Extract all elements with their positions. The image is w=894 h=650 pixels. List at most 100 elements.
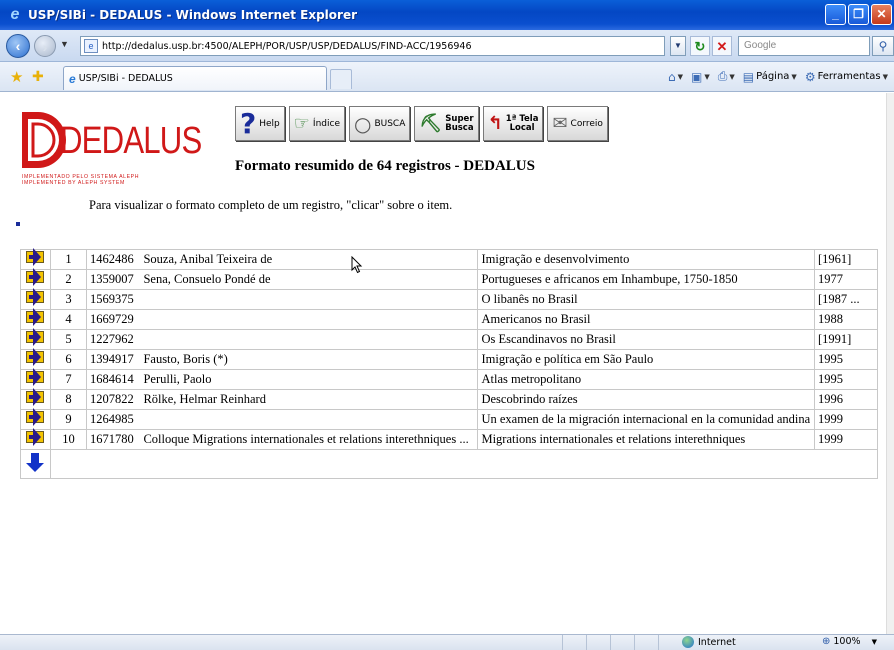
record-author[interactable] (141, 329, 479, 350)
view-record-arrow-icon[interactable] (26, 268, 45, 286)
record-id[interactable]: 1264985 (85, 409, 142, 430)
page-menu[interactable]: ▤ Página ▼ (743, 70, 797, 84)
recent-pages-dropdown-icon[interactable]: ▼ (60, 39, 69, 49)
view-record-arrow-icon[interactable] (26, 308, 45, 326)
view-record-arrow-icon[interactable] (26, 288, 45, 306)
print-button[interactable]: ⎙ ▼ (718, 69, 735, 84)
zoom-control[interactable]: ⊕ 100% ▼ (822, 636, 877, 647)
record-id[interactable]: 1359007 (85, 269, 142, 290)
record-title[interactable]: O libanês no Brasil (477, 289, 816, 310)
refresh-icon[interactable]: ↻ (690, 36, 710, 56)
next-page-arrow-icon[interactable] (25, 451, 46, 473)
table-row[interactable]: 9 1264985 Un examen de la migración intern… (20, 408, 878, 430)
url-text[interactable]: http://dedalus.usp.br:4500/ALEPH/POR/USP… (102, 41, 472, 52)
add-favorites-icon[interactable]: ✚ (32, 68, 44, 85)
row-arrow-cell[interactable] (20, 288, 51, 310)
record-title[interactable]: Descobrindo raízes (477, 389, 816, 410)
row-arrow-cell[interactable] (20, 328, 51, 350)
table-row[interactable]: 8 1207822 Rölke, Helmar Reinhard Descobrind… (20, 388, 878, 410)
logo-tagline-en: IMPLEMENTED BY ALEPH SYSTEM (22, 180, 125, 186)
record-author[interactable]: Fausto, Boris (*) (141, 349, 479, 370)
tab-dedalus[interactable]: e USP/SIBi - DEDALUS (63, 66, 327, 90)
record-id[interactable]: 1207822 (85, 389, 142, 410)
address-dropdown-icon[interactable]: ▼ (670, 36, 686, 56)
record-id[interactable]: 1669729 (85, 309, 142, 330)
chevron-down-icon: ▼ (677, 72, 684, 81)
record-year: [1961] (814, 249, 878, 270)
record-title[interactable]: Un examen de la migración internacional … (477, 409, 816, 430)
row-arrow-cell[interactable] (20, 388, 51, 410)
table-row[interactable]: 2 1359007 Sena, Consuelo Pondé de Portugues… (20, 268, 878, 290)
row-arrow-cell[interactable] (20, 308, 51, 330)
view-record-arrow-icon[interactable] (26, 248, 45, 266)
record-title[interactable]: Imigração e política em São Paulo (477, 349, 816, 370)
view-record-arrow-icon[interactable] (26, 348, 45, 366)
record-title[interactable]: Portugueses e africanos em Inhambupe, 17… (477, 269, 816, 290)
table-row[interactable]: 6 1394917 Fausto, Boris (*) Imigração e pol… (20, 348, 878, 370)
indice-label: Índice (312, 118, 340, 129)
indice-button[interactable]: ☞ Índice (288, 106, 345, 141)
super-busca-button[interactable]: ⛏ Super Busca (414, 106, 479, 141)
primeira-tela-button[interactable]: ↰ 1ª Tela Local (482, 106, 544, 141)
search-input[interactable]: Google (738, 36, 870, 56)
new-tab-button[interactable] (330, 69, 352, 89)
correio-label: Correio (570, 118, 603, 129)
record-id[interactable]: 1462486 (85, 249, 142, 270)
table-row[interactable]: 10 1671780 Colloque Migrations internation… (20, 428, 878, 450)
view-record-arrow-icon[interactable] (26, 408, 45, 426)
row-arrow-cell[interactable] (20, 268, 51, 290)
view-record-arrow-icon[interactable] (26, 328, 45, 346)
view-record-arrow-icon[interactable] (26, 388, 45, 406)
record-id[interactable]: 1684614 (85, 369, 142, 390)
record-author[interactable]: Sena, Consuelo Pondé de (141, 269, 479, 290)
record-id[interactable]: 1569375 (85, 289, 142, 310)
stop-icon[interactable]: ✕ (712, 36, 732, 56)
table-row[interactable]: 1 1462486 Souza, Anibal Teixeira de Imigraç… (20, 248, 878, 270)
forward-button[interactable]: › (34, 35, 56, 57)
search-icon[interactable]: ⚲ (872, 36, 894, 56)
record-title[interactable]: Imigração e desenvolvimento (477, 249, 816, 270)
table-row[interactable]: 7 1684614 Perulli, Paolo Atlas metropolitan… (20, 368, 878, 390)
busca-button[interactable]: ○ BUSCA (348, 106, 411, 141)
view-record-arrow-icon[interactable] (26, 428, 45, 446)
row-arrow-cell[interactable] (20, 348, 51, 370)
record-title[interactable]: Atlas metropolitano (477, 369, 816, 390)
record-id[interactable]: 1394917 (85, 349, 142, 370)
table-row[interactable]: 5 1227962 Os Escandinavos no Brasil [1991] (20, 328, 878, 350)
home-button[interactable]: ⌂ ▼ (668, 70, 683, 84)
close-button[interactable]: ✕ (871, 4, 892, 25)
vertical-scrollbar[interactable] (886, 93, 894, 634)
record-author[interactable] (141, 409, 479, 430)
feeds-button[interactable]: ▣ ▼ (691, 70, 710, 84)
row-arrow-cell[interactable] (20, 428, 51, 450)
minimize-button[interactable]: _ (825, 4, 846, 25)
maximize-button[interactable]: ❐ (848, 4, 869, 25)
tools-menu[interactable]: ⚙ Ferramentas ▼ (805, 70, 888, 84)
record-title[interactable]: Migrations internationales et relations … (477, 429, 816, 450)
favorites-star-icon[interactable]: ★ (10, 68, 23, 86)
back-button[interactable]: ‹ (6, 34, 30, 58)
row-arrow-cell[interactable] (20, 248, 51, 270)
row-arrow-cell[interactable] (20, 368, 51, 390)
record-year: 1999 (814, 429, 878, 450)
record-number: 4 (49, 309, 87, 330)
record-author[interactable]: Souza, Anibal Teixeira de (141, 249, 479, 270)
record-title[interactable]: Americanos no Brasil (477, 309, 816, 330)
table-row[interactable]: 3 1569375 O libanês no Brasil [1987 ... (20, 288, 878, 310)
record-author[interactable]: Rölke, Helmar Reinhard (141, 389, 479, 410)
help-button[interactable]: ? Help (235, 106, 285, 141)
record-id[interactable]: 1227962 (85, 329, 142, 350)
record-author[interactable] (141, 289, 479, 310)
table-row[interactable]: 4 1669729 Americanos no Brasil 1988 (20, 308, 878, 330)
record-author[interactable] (141, 309, 479, 330)
record-author[interactable]: Perulli, Paolo (141, 369, 479, 390)
address-field[interactable]: e http://dedalus.usp.br:4500/ALEPH/POR/U… (80, 36, 665, 56)
record-year: 1977 (814, 269, 878, 290)
record-title[interactable]: Os Escandinavos no Brasil (477, 329, 816, 350)
help-label: Help (259, 118, 280, 129)
correio-button[interactable]: ✉ Correio (547, 106, 608, 141)
view-record-arrow-icon[interactable] (26, 368, 45, 386)
record-id[interactable]: 1671780 (85, 429, 142, 450)
record-author[interactable]: Colloque Migrations internationales et r… (141, 429, 479, 450)
row-arrow-cell[interactable] (20, 408, 51, 430)
